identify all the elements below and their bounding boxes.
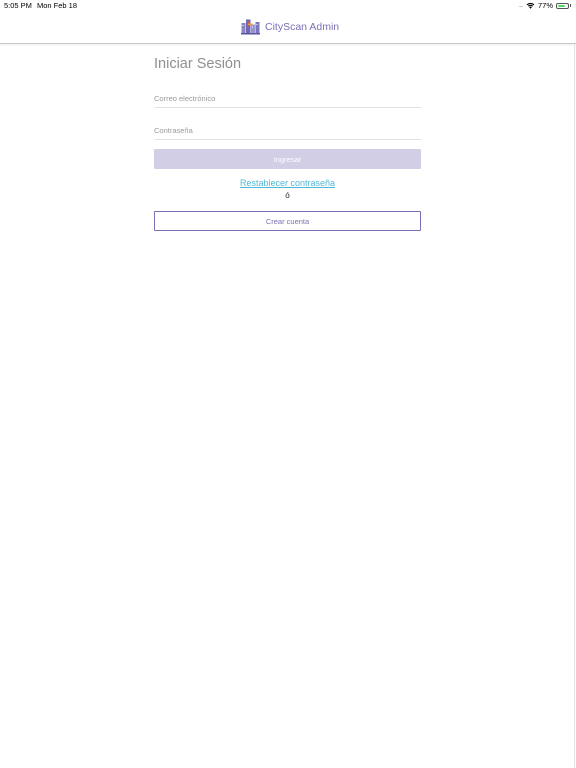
battery-percent: 77% (537, 1, 553, 10)
create-account-button[interactable]: Crear cuenta (154, 211, 421, 231)
wifi-icon (526, 2, 535, 9)
battery-cap (570, 4, 571, 7)
status-bar: 5:05 PM Mon Feb 18 .... 77% (0, 0, 576, 12)
email-field[interactable] (154, 90, 421, 108)
password-field[interactable] (154, 122, 421, 140)
app-screen: 5:05 PM Mon Feb 18 .... 77% CityScan Adm… (0, 0, 576, 768)
status-time: 5:05 PM (4, 1, 32, 10)
battery-body (556, 2, 569, 9)
status-indicators: .... 77% (518, 1, 571, 10)
battery-icon (556, 2, 571, 9)
reset-password-link[interactable]: Restablecer contraseña (154, 178, 421, 188)
signal-icon: .... (518, 2, 523, 9)
scrollbar-track (574, 44, 575, 768)
nav-bar: CityScan Admin (0, 12, 576, 44)
cityscan-logo-icon (241, 19, 260, 35)
status-date: Mon Feb 18 (37, 1, 78, 10)
or-separator: ó (285, 191, 290, 200)
page-title: Iniciar Sesión (154, 56, 242, 72)
app-title: CityScan Admin (265, 21, 340, 33)
nav-brand: CityScan Admin (241, 18, 339, 36)
battery-fill (558, 4, 565, 7)
login-button[interactable]: Ingresar (154, 149, 421, 169)
